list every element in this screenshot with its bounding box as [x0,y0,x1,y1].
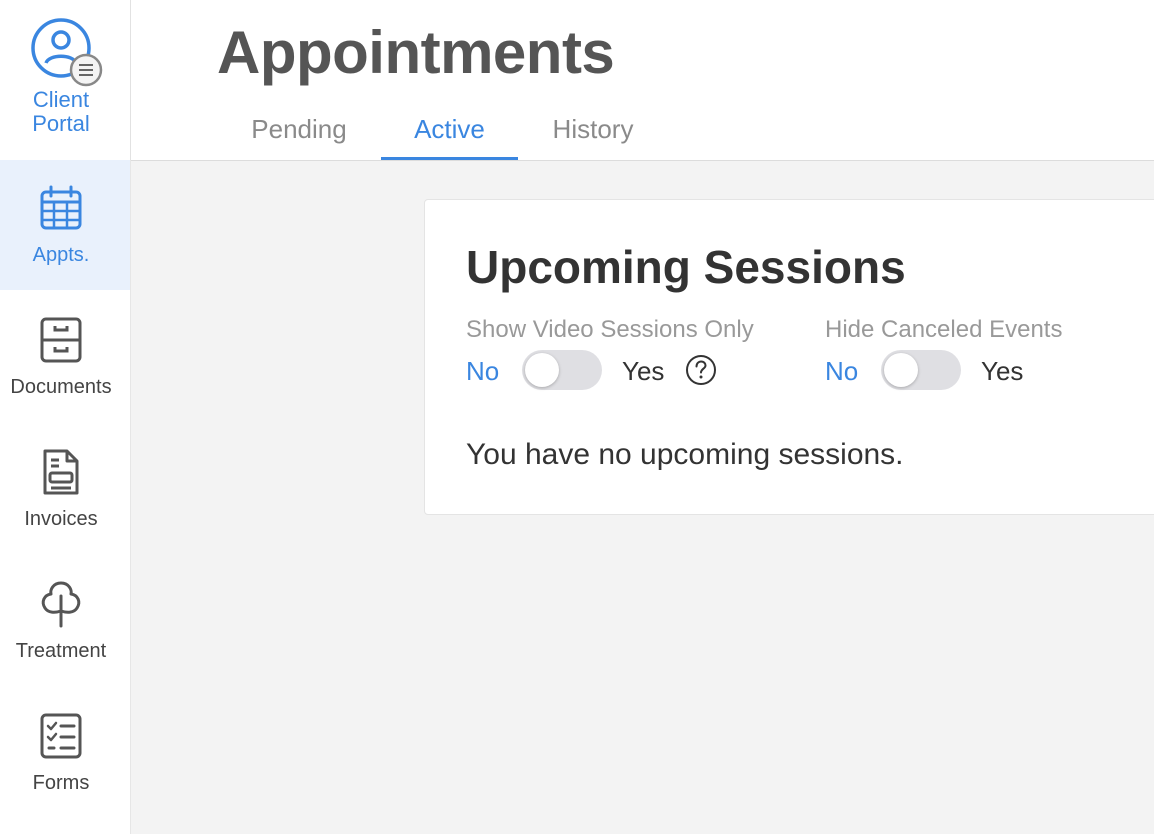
canceled-events-yes-option[interactable]: Yes [981,356,1023,387]
sidebar-item-forms[interactable]: Forms [0,688,131,818]
sidebar-item-label: Documents [10,376,112,398]
tree-icon [41,581,81,628]
sidebar: Client Portal Appts. Documents Invoices … [0,0,131,834]
toggle-knob [525,353,559,387]
tab-history[interactable]: History [518,114,668,160]
tab-active[interactable]: Active [381,114,518,160]
sidebar-item-appts[interactable]: Appts. [0,160,131,290]
canceled-events-no-option[interactable]: No [825,356,858,387]
video-sessions-filter-label: Show Video Sessions Only [466,316,754,343]
sidebar-item-documents[interactable]: Documents [0,292,131,422]
invoice-icon [43,449,79,495]
client-portal-button[interactable]: Client Portal [0,0,131,160]
sidebar-divider [130,160,131,834]
checklist-icon [40,713,82,759]
video-sessions-toggle[interactable] [522,350,602,390]
client-portal-label-line1: Client [32,87,90,112]
help-icon[interactable] [685,354,717,386]
sidebar-item-invoices[interactable]: Invoices [0,424,131,554]
video-sessions-yes-option[interactable]: Yes [622,356,664,387]
sidebar-item-treatment[interactable]: Treatment [0,556,131,686]
tab-pending[interactable]: Pending [217,114,381,160]
video-sessions-no-option[interactable]: No [466,356,499,387]
empty-state-message: You have no upcoming sessions. [466,438,904,471]
sidebar-item-label: Appts. [32,244,90,266]
sidebar-item-label: Forms [32,772,90,794]
client-portal-label: Client Portal [0,88,122,136]
card-title: Upcoming Sessions [466,241,906,293]
calendar-icon [40,185,82,230]
sidebar-item-label: Treatment [15,640,107,662]
sidebar-item-label: Invoices [24,508,98,530]
toggle-knob [884,353,918,387]
upcoming-sessions-card: Upcoming Sessions Show Video Sessions On… [424,199,1154,515]
page-header: Appointments Pending Active History [131,0,1154,161]
user-circle-menu-icon [31,18,103,87]
page-title: Appointments [217,19,615,86]
canceled-events-toggle[interactable] [881,350,961,390]
canceled-events-filter-label: Hide Canceled Events [825,316,1063,343]
client-portal-label-line2: Portal [32,111,90,136]
file-cabinet-icon [40,317,82,363]
